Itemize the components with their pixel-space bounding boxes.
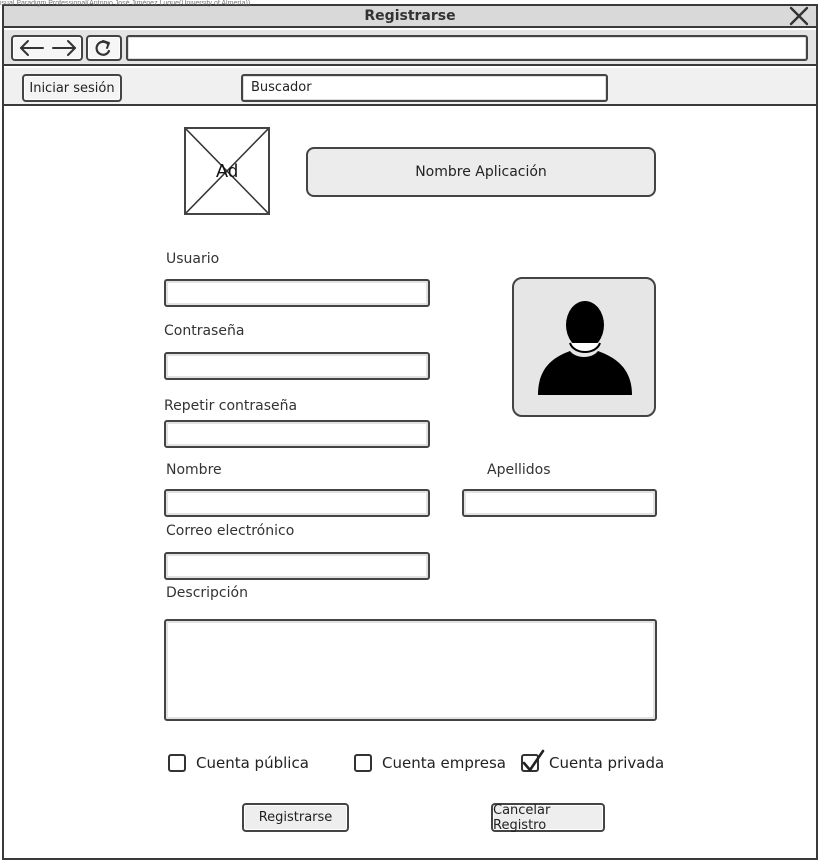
refresh-icon	[95, 40, 111, 56]
apellidos-field[interactable]	[462, 489, 657, 517]
checkbox-cuenta-empresa[interactable]: Cuenta empresa	[354, 751, 506, 775]
apellidos-label: Apellidos	[487, 462, 551, 478]
contrasena-field[interactable]	[164, 352, 430, 380]
watermark: isual Paradigm Professional(Antonio José…	[0, 0, 251, 7]
ad-label: Ad	[215, 161, 239, 181]
correo-field[interactable]	[164, 552, 430, 580]
avatar-upload[interactable]	[512, 277, 656, 417]
nombre-field[interactable]	[164, 489, 430, 517]
back-forward-buttons	[11, 35, 83, 61]
register-button[interactable]: Registrarse	[242, 803, 349, 832]
checkbox-unchecked-icon	[354, 754, 372, 772]
descripcion-textarea[interactable]	[164, 619, 657, 721]
nombre-label: Nombre	[166, 462, 222, 478]
search-input[interactable]: Buscador	[241, 74, 608, 102]
user-avatar-icon	[538, 301, 632, 395]
window-title: Registrarse	[364, 8, 456, 24]
url-bar[interactable]	[126, 35, 808, 61]
repetir-contrasena-label: Repetir contraseña	[164, 398, 298, 414]
ad-placeholder: Ad	[184, 127, 270, 215]
usuario-label: Usuario	[166, 251, 220, 267]
checkbox-unchecked-icon	[168, 754, 186, 772]
checkbox-label: Cuenta pública	[196, 754, 309, 772]
checkbox-checked-icon	[521, 749, 545, 772]
browser-nav-bar	[4, 30, 816, 66]
descripcion-label: Descripción	[166, 585, 248, 601]
title-bar: Registrarse	[4, 6, 816, 28]
close-icon[interactable]	[788, 5, 810, 27]
app-toolbar: Iniciar sesión Buscador	[4, 68, 816, 106]
usuario-field[interactable]	[164, 279, 430, 307]
checkbox-label: Cuenta empresa	[382, 754, 506, 772]
checkbox-cuenta-privada[interactable]: Cuenta privada	[521, 749, 665, 775]
login-button[interactable]: Iniciar sesión	[22, 74, 122, 102]
arrow-right-icon[interactable]	[47, 37, 81, 59]
correo-label: Correo electrónico	[166, 523, 295, 539]
checkbox-cuenta-publica[interactable]: Cuenta pública	[168, 751, 309, 775]
repetir-contrasena-field[interactable]	[164, 420, 430, 448]
contrasena-label: Contraseña	[164, 323, 245, 339]
checkbox-label: Cuenta privada	[549, 754, 665, 772]
checkmark-icon	[522, 749, 545, 772]
app-name-banner: Nombre Aplicación	[306, 147, 656, 197]
refresh-button[interactable]	[86, 35, 122, 61]
cancel-register-button[interactable]: Cancelar Registro	[491, 803, 605, 833]
arrow-left-icon[interactable]	[15, 37, 49, 59]
